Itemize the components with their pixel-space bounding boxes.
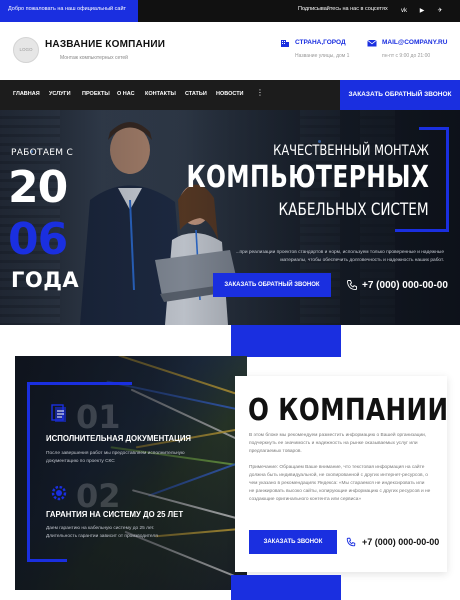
- nav-item-articles[interactable]: СТАТЬИ: [185, 91, 207, 97]
- top-bar: Добро пожаловать на наш официальный сайт…: [0, 0, 460, 22]
- company-tagline: Монтаж компьютерных сетей: [60, 55, 128, 61]
- about-frame: [27, 382, 132, 385]
- nav-item-news[interactable]: НОВОСТИ: [216, 91, 244, 97]
- site-header: LOGO НАЗВАНИЕ КОМПАНИИ Монтаж компьютерн…: [0, 22, 460, 80]
- since-label: РАБОТАЕМ С: [11, 148, 74, 158]
- mail-icon: [367, 39, 377, 47]
- vk-icon[interactable]: vk: [398, 6, 410, 16]
- cables-photo: [15, 356, 247, 590]
- feature-number: 01: [76, 398, 121, 436]
- feature-description: Даем гарантию на кабельную систему до 25…: [46, 526, 158, 539]
- gear-icon: [51, 485, 67, 501]
- nav-item-projects[interactable]: ПРОЕКТЫ: [82, 91, 110, 97]
- about-phone-number[interactable]: +7 (000) 000-00-00: [362, 537, 439, 547]
- cables-overlay: [15, 356, 247, 590]
- about-frame: [27, 382, 30, 562]
- feature-title: ГАРАНТИЯ НА СИСТЕМУ ДО 25 ЛЕТ: [46, 510, 184, 519]
- nav-item-about[interactable]: О НАС: [117, 91, 135, 97]
- phone-icon: [347, 280, 357, 291]
- callback-button-hero[interactable]: ЗАКАЗАТЬ ОБРАТНЫЙ ЗВОНОК: [213, 273, 331, 297]
- hero-phone-number[interactable]: +7 (000) 000-00-00: [362, 280, 448, 291]
- nav-item-services[interactable]: УСЛУГИ: [49, 91, 71, 97]
- nav-item-home[interactable]: ГЛАВНАЯ: [13, 91, 40, 97]
- subscribe-text: Подписывайтесь на нас в соцсетях: [298, 6, 388, 12]
- telegram-icon[interactable]: ✈: [434, 6, 446, 16]
- building-icon: [281, 40, 289, 47]
- hero-frame: [419, 127, 449, 130]
- logo[interactable]: LOGO: [13, 37, 39, 63]
- welcome-text: Добро пожаловать на наш официальный сайт: [8, 6, 127, 12]
- about-title: О КОМПАНИИ: [248, 393, 449, 428]
- about-frame: [27, 559, 67, 562]
- phone-icon: [346, 537, 356, 547]
- nav-item-contacts[interactable]: КОНТАКТЫ: [145, 91, 176, 97]
- hero-title-line2: КОМПЬЮТЕРНЫХ: [186, 160, 429, 195]
- document-icon: [51, 404, 66, 422]
- working-hours: пн-пт с 9:00 до 21:00: [382, 53, 431, 59]
- about-paragraph: В этом блоке мы рекомендуем разместить и…: [249, 433, 427, 454]
- hero-title-line1: КАЧЕСТВЕННЫЙ МОНТАЖ: [273, 143, 429, 159]
- callback-button-nav[interactable]: ЗАКАЗАТЬ ОБРАТНЫЙ ЗВОНОК: [340, 80, 460, 110]
- feature-title: ИСПОЛНИТЕЛЬНАЯ ДОКУМЕНТАЦИЯ: [46, 434, 192, 443]
- about-note: Примечание: Обращаем Ваше внимание, что …: [249, 465, 431, 502]
- hero-frame: [446, 127, 449, 232]
- year-second-part: 06: [8, 214, 68, 265]
- accent-block: [231, 325, 341, 357]
- years-label: ГОДА: [11, 268, 80, 292]
- more-menu-icon[interactable]: ⋮: [256, 88, 264, 97]
- youtube-icon[interactable]: ▶: [416, 6, 428, 16]
- callback-button-about[interactable]: ЗАКАЗАТЬ ЗВОНОК: [249, 530, 337, 554]
- hero-description: ...при реализации проектов стандартов и …: [235, 250, 444, 263]
- location-title: СТРАНА,ГОРОД: [295, 39, 346, 46]
- email-link[interactable]: MAIL@COMPANY.RU: [382, 39, 447, 46]
- location-address: Название улицы, дом 1: [295, 53, 350, 59]
- accent-block: [231, 575, 341, 600]
- feature-description: После завершения работ мы предоставляем …: [46, 451, 185, 464]
- company-name[interactable]: НАЗВАНИЕ КОМПАНИИ: [45, 39, 165, 50]
- year-first-part: 20: [8, 162, 68, 213]
- hero-title-line3: КАБЕЛЬНЫХ СИСТЕМ: [278, 200, 429, 220]
- hero-frame: [395, 229, 449, 232]
